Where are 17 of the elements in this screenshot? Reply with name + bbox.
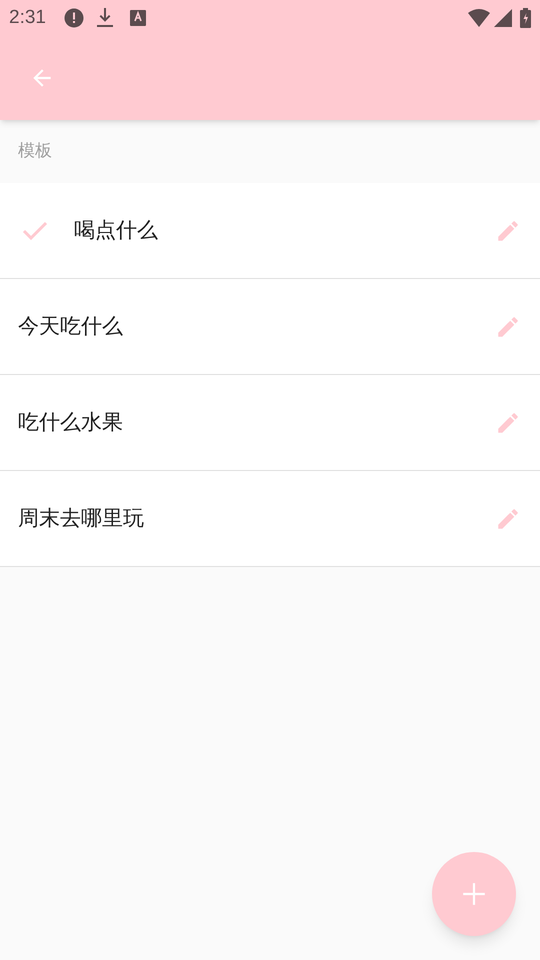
template-item[interactable]: 吃什么水果 bbox=[0, 375, 540, 471]
wifi-icon bbox=[468, 9, 490, 27]
alert-icon bbox=[64, 8, 84, 28]
template-item[interactable]: 喝点什么 bbox=[0, 183, 540, 279]
signal-icon bbox=[494, 9, 512, 27]
section-header: 模板 bbox=[18, 140, 52, 163]
download-icon bbox=[96, 8, 113, 28]
template-item[interactable]: 周末去哪里玩 bbox=[0, 471, 540, 567]
template-name: 吃什么水果 bbox=[18, 408, 124, 436]
template-name: 喝点什么 bbox=[74, 216, 159, 244]
plus-icon bbox=[461, 881, 487, 907]
battery-icon bbox=[520, 8, 531, 28]
template-name: 今天吃什么 bbox=[18, 312, 124, 340]
template-name: 周末去哪里玩 bbox=[18, 504, 145, 532]
status-time: 2:31 bbox=[9, 6, 46, 30]
font-icon bbox=[130, 10, 146, 26]
template-item[interactable]: 今天吃什么 bbox=[0, 279, 540, 375]
